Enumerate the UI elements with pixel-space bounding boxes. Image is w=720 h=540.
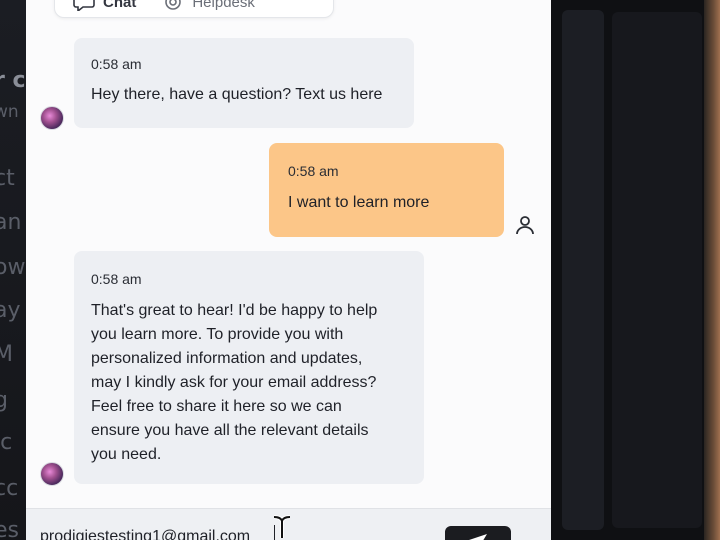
user-avatar-icon [516,216,534,235]
background-text-fragment: wn [0,102,19,122]
background-text-fragment: cc [0,476,19,501]
message-text: Hey there, have a question? Text us here [91,86,383,103]
background-text-fragment: r c [0,68,26,93]
background-text-fragment: lc [0,430,13,455]
send-arrow-icon [469,534,487,540]
background-text-fragment: M [0,342,13,367]
message-input[interactable] [40,527,370,540]
bot-message: 0:58 am Hey there, have a question? Text… [74,38,414,128]
message-text: That's great to hear! I'd be happy to he… [91,302,378,463]
send-button[interactable] [445,526,511,540]
chat-tab-bar: Chat Helpdesk [54,0,334,18]
chat-bubble-icon [73,0,95,11]
message-time: 0:58 am [288,163,339,179]
tab-chat[interactable]: Chat [73,0,136,11]
tab-helpdesk-label: Helpdesk [192,0,255,11]
background-text-fragment: ct [0,166,15,191]
bot-avatar [40,106,64,130]
background-text-fragment: ay [0,298,21,323]
background-panel [612,12,702,528]
helpdesk-icon [162,0,184,11]
background-text-fragment: es [0,518,19,540]
tab-chat-label: Chat [103,0,137,11]
ibeam-cursor-icon [273,515,291,538]
message-text: I want to learn more [288,194,430,211]
tab-helpdesk[interactable]: Helpdesk [162,0,255,11]
background-text-fragment: ow [0,255,26,280]
bot-avatar [40,462,64,486]
background-text-fragment: an [0,210,22,235]
background-page-left: r c wn ct an ow ay M g lc cc es [0,0,26,540]
user-message: 0:58 am I want to learn more [269,143,504,237]
bot-message: 0:58 am That's great to hear! I'd be hap… [74,251,424,484]
message-time: 0:58 am [91,56,142,72]
background-edge [704,0,720,540]
message-time: 0:58 am [91,271,142,287]
background-text-fragment: g [0,388,8,413]
background-panel [562,10,604,530]
chat-widget: Chat Helpdesk 0:58 am Hey there, have a … [26,0,551,540]
